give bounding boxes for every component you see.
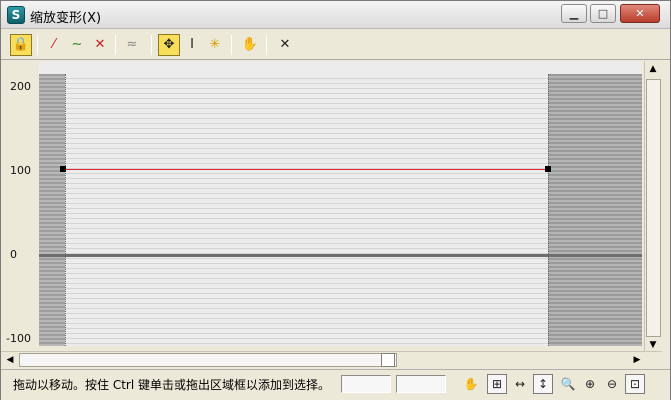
horizontal-scroll-thumb[interactable] [19, 353, 397, 367]
zoom-in-icon[interactable]: ⊕ [580, 374, 600, 394]
horizontal-scroll-grip[interactable] [381, 353, 395, 367]
toolbar-divider [115, 35, 116, 55]
graph-top-margin [39, 61, 642, 74]
range-end-line [548, 74, 549, 346]
scroll-left-arrow-icon[interactable]: ◀ [2, 352, 18, 368]
scroll-right-arrow-icon[interactable]: ▶ [629, 352, 645, 368]
status-message: 拖动以移动。按住 Ctrl 键单击或拖出区域框以添加到选择。 [13, 378, 330, 392]
title-bar[interactable]: S 缩放变形(X) ▁ □ ✕ [1, 1, 670, 29]
out-of-range-left [39, 74, 65, 346]
display-x-axis-icon[interactable]: ⁄ [43, 34, 65, 56]
range-start-line [65, 74, 66, 346]
toolbar-divider [266, 35, 267, 55]
toolbar-divider [37, 35, 38, 55]
status-bar: 拖动以移动。按住 Ctrl 键单击或拖出区域框以添加到选择。 ✋ ⊞ ↔ ↕ 🔍… [1, 369, 670, 400]
x-value-field[interactable] [341, 375, 391, 393]
control-point[interactable] [545, 166, 551, 172]
y-tick-label: -100 [6, 332, 31, 345]
minimize-button[interactable]: ▁ [561, 4, 587, 23]
vertical-scrollbar[interactable]: ▲ ▼ [644, 61, 662, 351]
move-control-point-icon[interactable]: ✥ [158, 34, 180, 56]
y-axis: 200 100 0 -100 [1, 61, 39, 351]
maximize-button[interactable]: □ [590, 4, 616, 23]
zoom-out-icon[interactable]: ⊖ [602, 374, 622, 394]
control-point[interactable] [60, 166, 66, 172]
scale-control-point-icon[interactable]: Ι [181, 34, 203, 56]
close-button[interactable]: ✕ [620, 4, 660, 23]
curve-range [65, 74, 548, 346]
zero-line [39, 254, 642, 257]
swap-curves-icon[interactable]: ≈ [121, 34, 143, 56]
window-title: 缩放变形(X) [30, 11, 102, 26]
out-of-range-right [548, 74, 642, 346]
y-tick-label: 100 [10, 164, 31, 177]
display-y-axis-icon[interactable]: ∼ [66, 34, 88, 56]
toolbar-divider [231, 35, 232, 55]
lock-aspect-icon[interactable]: 🔒 [10, 34, 32, 56]
app-icon: S [7, 6, 25, 24]
toolbar-divider [151, 35, 152, 55]
y-tick-label: 200 [10, 80, 31, 93]
curve-graph[interactable] [39, 74, 642, 346]
zoom-horizontal-extents-icon[interactable]: ↔ [510, 374, 530, 394]
zoom-extents-icon[interactable]: ⊞ [487, 374, 507, 394]
y-tick-label: 0 [10, 248, 17, 261]
pan-hand-icon[interactable]: ✋ [239, 34, 261, 56]
horizontal-scrollbar[interactable]: ◀ ▶ [1, 351, 662, 368]
scale-curve[interactable] [63, 169, 548, 170]
y-value-field[interactable] [396, 375, 446, 393]
zoom-icon[interactable]: 🔍 [558, 374, 578, 394]
scale-deformation-window: S 缩放变形(X) ▁ □ ✕ 🔒 ⁄ ∼ ✕ ≈ ✥ Ι ✳ ✋ ✕ 200 … [0, 0, 671, 400]
toolbar: 🔒 ⁄ ∼ ✕ ≈ ✥ Ι ✳ ✋ ✕ [1, 30, 670, 60]
vertical-scroll-thumb[interactable] [646, 79, 661, 337]
delete-control-point-icon[interactable]: ✕ [274, 34, 296, 56]
insert-corner-point-icon[interactable]: ✳ [204, 34, 226, 56]
pan-icon[interactable]: ✋ [461, 374, 481, 394]
zoom-region-icon[interactable]: ⊡ [625, 374, 645, 394]
scroll-up-arrow-icon[interactable]: ▲ [645, 61, 661, 77]
display-xy-axes-icon[interactable]: ✕ [89, 34, 111, 56]
zoom-value-extents-icon[interactable]: ↕ [533, 374, 553, 394]
